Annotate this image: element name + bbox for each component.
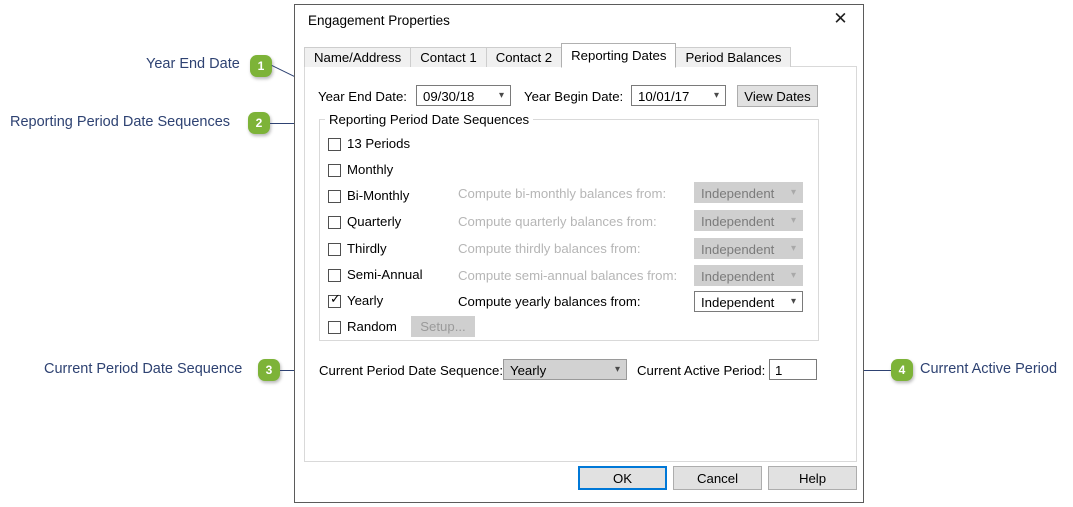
year-end-date-combo[interactable]: 09/30/18 ▾ — [416, 85, 511, 106]
chevron-down-icon: ▾ — [790, 187, 796, 198]
cancel-button[interactable]: Cancel — [673, 466, 762, 490]
chevron-down-icon: ▾ — [790, 270, 796, 281]
checkbox-label: 13 Periods — [347, 136, 411, 151]
chevron-down-icon: ▾ — [790, 215, 796, 226]
checkbox-box[interactable] — [328, 190, 341, 203]
setup-button: Setup... — [411, 316, 475, 337]
view-dates-button[interactable]: View Dates — [737, 85, 818, 107]
compute-quarterly-label: Compute quarterly balances from: — [458, 214, 657, 229]
combo-value: Independent — [701, 186, 775, 201]
callout-label-1: Year End Date — [146, 56, 240, 72]
tab-reporting-dates[interactable]: Reporting Dates — [561, 43, 677, 68]
ok-button[interactable]: OK — [578, 466, 667, 490]
checkbox-box[interactable] — [328, 164, 341, 177]
compute-bi-monthly-combo: Independent ▾ — [694, 182, 803, 203]
callout-badge-1: 1 — [250, 55, 272, 77]
year-begin-date-value: 10/01/17 — [638, 89, 690, 104]
current-period-date-sequence-label: Current Period Date Sequence: — [319, 363, 504, 378]
chevron-down-icon: ▾ — [790, 296, 796, 307]
compute-semi-annual-combo: Independent ▾ — [694, 265, 803, 286]
chevron-down-icon: ▾ — [498, 90, 504, 101]
combo-value: Independent — [701, 214, 775, 229]
year-end-date-label: Year End Date: — [318, 89, 407, 104]
combo-value: Independent — [701, 295, 775, 310]
checkbox-box[interactable] — [328, 243, 341, 256]
dialog-title: Engagement Properties — [308, 13, 450, 28]
reporting-period-date-sequences-title: Reporting Period Date Sequences — [325, 113, 534, 127]
tab-contact-1[interactable]: Contact 1 — [410, 47, 487, 67]
dialog-titlebar: Engagement Properties ✕ — [295, 5, 863, 35]
checkbox-label: Bi-Monthly — [347, 188, 410, 203]
current-period-date-sequence-combo[interactable]: Yearly ▾ — [503, 359, 627, 380]
checkbox-label: Quarterly — [347, 214, 402, 229]
compute-quarterly-combo: Independent ▾ — [694, 210, 803, 231]
checkbox-box[interactable] — [328, 269, 341, 282]
checkbox-label: Monthly — [347, 162, 394, 177]
callout-label-2: Reporting Period Date Sequences — [10, 114, 231, 130]
check-icon: ✓ — [330, 292, 341, 307]
combo-value: Independent — [701, 269, 775, 284]
checkbox-label: Semi-Annual — [347, 267, 423, 282]
compute-bi-monthly-label: Compute bi-monthly balances from: — [458, 186, 667, 201]
checkbox-box[interactable] — [328, 216, 341, 229]
callout-label-4: Current Active Period — [920, 361, 1058, 377]
combo-value: Yearly — [510, 363, 547, 378]
combo-value: Independent — [701, 242, 775, 257]
tab-period-balances[interactable]: Period Balances — [675, 47, 792, 67]
checkbox-label: Yearly — [347, 293, 384, 308]
checkbox-box[interactable] — [328, 321, 341, 334]
compute-yearly-label: Compute yearly balances from: — [458, 294, 641, 309]
checkbox-box[interactable]: ✓ — [328, 292, 341, 308]
callout-label-3: Current Period Date Sequence — [44, 361, 243, 377]
help-button[interactable]: Help — [768, 466, 857, 490]
compute-thirdly-combo: Independent ▾ — [694, 238, 803, 259]
callout-badge-2: 2 — [248, 112, 270, 134]
callout-badge-4: 4 — [891, 359, 913, 381]
current-active-period-value: 1 — [775, 363, 783, 378]
compute-yearly-combo[interactable]: Independent ▾ — [694, 291, 803, 312]
checkbox-label: Thirdly — [347, 241, 387, 256]
callout-badge-3: 3 — [258, 359, 280, 381]
chevron-down-icon: ▾ — [713, 90, 719, 101]
current-active-period-label: Current Active Period: — [637, 363, 766, 378]
current-active-period-input[interactable]: 1 — [769, 359, 817, 380]
checkbox-label: Random — [347, 319, 397, 334]
year-end-date-value: 09/30/18 — [423, 89, 475, 104]
tab-strip: Name/Address Contact 1 Contact 2 Reporti… — [304, 43, 792, 68]
tab-contact-2[interactable]: Contact 2 — [485, 47, 563, 67]
chevron-down-icon: ▾ — [614, 364, 620, 375]
tab-name-address[interactable]: Name/Address — [304, 47, 412, 67]
year-begin-date-label: Year Begin Date: — [524, 89, 624, 104]
checkbox-box[interactable] — [328, 138, 341, 151]
close-icon[interactable]: ✕ — [818, 5, 863, 34]
year-begin-date-combo[interactable]: 10/01/17 ▾ — [631, 85, 726, 106]
compute-thirdly-label: Compute thirdly balances from: — [458, 241, 641, 256]
compute-semi-annual-label: Compute semi-annual balances from: — [458, 268, 678, 283]
chevron-down-icon: ▾ — [790, 243, 796, 254]
